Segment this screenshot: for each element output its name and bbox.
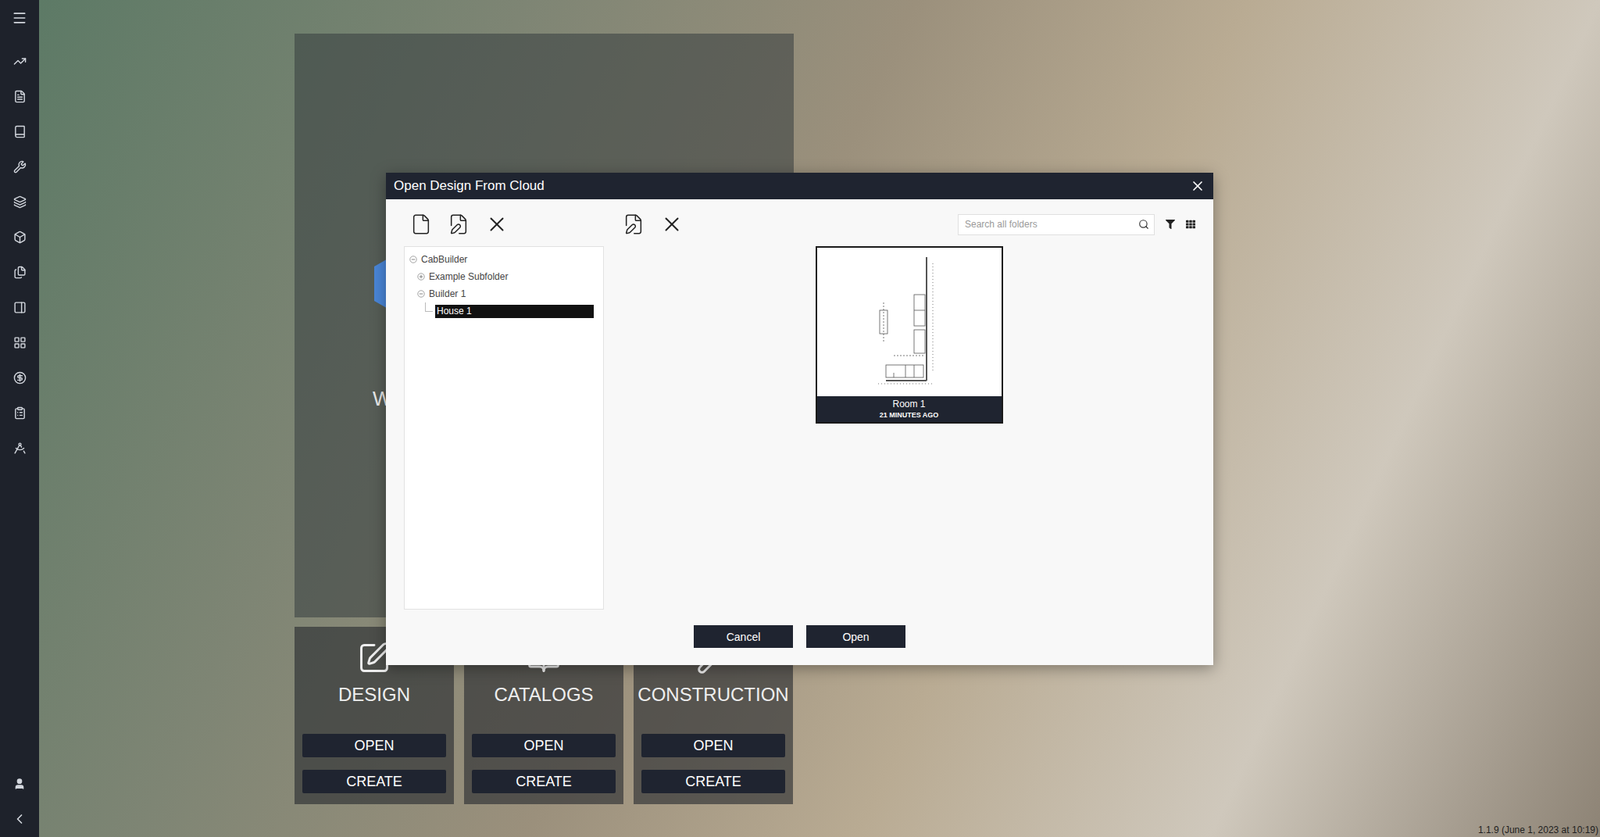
card-button[interactable]: OPEN — [471, 733, 616, 758]
card-button[interactable]: OPEN — [302, 733, 447, 758]
card-button[interactable]: CREATE — [471, 769, 616, 793]
card-button[interactable]: CREATE — [641, 769, 786, 793]
filter-icon — [1165, 219, 1175, 229]
sidebar-item[interactable] — [0, 395, 40, 431]
sidebar-item[interactable] — [0, 360, 40, 396]
cube-icon — [13, 230, 27, 244]
toolbar — [403, 210, 1196, 239]
open-button[interactable]: Open — [806, 625, 906, 648]
new-folder-button[interactable] — [410, 213, 433, 236]
app: WDESIGNOPENCREATECATALOGSOPENCREATECONST… — [0, 0, 1600, 837]
design-modified: 21 MINUTES AGO — [879, 410, 940, 420]
compass-icon — [13, 441, 27, 455]
design-card[interactable]: Room 121 MINUTES AGO — [815, 246, 1004, 424]
dialog-footer: Cancel Open — [403, 625, 1196, 648]
tree-label[interactable]: Example Subfolder — [427, 270, 510, 284]
sidebar-item[interactable] — [0, 184, 40, 220]
dialog-title: Open Design From Cloud — [393, 178, 545, 194]
delete-icon — [660, 212, 684, 236]
tools-icon — [13, 160, 27, 174]
chart-icon — [13, 54, 27, 68]
expand-icon[interactable] — [417, 272, 425, 281]
close-icon — [1189, 178, 1206, 194]
delete-design-button[interactable] — [660, 212, 684, 236]
card-button[interactable]: OPEN — [641, 733, 786, 758]
card-buttons: OPEN CREATE — [471, 733, 616, 793]
sidebar-item[interactable] — [0, 289, 40, 325]
tree-item[interactable]: CabBuilder — [409, 250, 594, 268]
user-icon — [13, 777, 26, 790]
clipboard-icon — [13, 406, 27, 420]
chevron-left-icon — [11, 810, 28, 827]
folder-tree: CabBuilder Example Subfolder Builder 1 Hous… — [403, 246, 604, 610]
grid-icon — [13, 335, 27, 350]
account-button[interactable] — [0, 765, 40, 801]
tree-item[interactable]: Builder 1 — [409, 285, 594, 303]
files-icon — [13, 265, 27, 279]
close-button[interactable] — [1188, 176, 1208, 196]
design-actions — [622, 210, 684, 239]
search-area — [957, 214, 1196, 236]
card-label: CATALOGS — [493, 683, 593, 706]
design-name: Room 1 — [892, 398, 925, 411]
sidebar-item[interactable] — [0, 149, 40, 185]
sidebar-item[interactable] — [0, 430, 40, 466]
card-buttons: OPEN CREATE — [302, 733, 447, 793]
sidebar-item[interactable] — [0, 43, 40, 79]
tree-label[interactable]: CabBuilder — [419, 253, 469, 267]
design-tools — [622, 210, 1196, 239]
menu-icon — [11, 10, 28, 26]
delete-folder-button[interactable] — [485, 212, 509, 236]
sidebar-bottom — [0, 765, 40, 837]
layers-icon — [13, 195, 27, 209]
sidebar-item[interactable] — [0, 219, 40, 255]
card-button[interactable]: CREATE — [302, 769, 447, 793]
new-file-icon — [410, 213, 433, 236]
tree-item[interactable]: House 1 — [409, 302, 594, 320]
open-design-dialog: Open Design From Cloud CabBuilder Example … — [385, 172, 1214, 665]
book-icon — [13, 125, 27, 139]
menu-button[interactable] — [0, 0, 40, 36]
sidebar-item[interactable] — [0, 325, 40, 361]
filter-button[interactable] — [1165, 219, 1175, 229]
version-text: 1.1.9 (June 1, 2023 at 10:19) — [1478, 824, 1599, 836]
card-label: DESIGN — [338, 683, 411, 706]
delete-icon — [485, 212, 509, 236]
cancel-button[interactable]: Cancel — [693, 625, 793, 648]
dollar-icon — [13, 371, 27, 385]
search-input[interactable] — [963, 217, 1139, 231]
dialog-body: CabBuilder Example Subfolder Builder 1 Hous… — [385, 199, 1214, 665]
edit-file-icon — [447, 213, 470, 236]
browser: CabBuilder Example Subfolder Builder 1 Hous… — [403, 238, 1196, 610]
search-icon[interactable] — [1138, 218, 1150, 230]
card-label: CONSTRUCTION — [637, 683, 789, 706]
search-box — [957, 214, 1155, 236]
sidebar-item[interactable] — [0, 254, 40, 290]
floor-plan-thumbnail — [862, 255, 957, 389]
folder-tools — [403, 210, 604, 239]
view-toggle-button[interactable] — [1185, 219, 1196, 229]
rename-folder-button[interactable] — [447, 213, 470, 236]
design-thumbnail — [817, 247, 1002, 397]
card-buttons: OPEN CREATE — [641, 733, 786, 793]
design-list: Room 121 MINUTES AGO — [622, 246, 1196, 610]
sidebar-item[interactable] — [0, 114, 40, 150]
dialog-title-bar: Open Design From Cloud — [385, 172, 1214, 200]
edit-file-icon — [622, 213, 645, 236]
tree-connector — [425, 302, 433, 312]
sidebar-item[interactable] — [0, 78, 40, 115]
document-icon — [13, 89, 27, 104]
design-caption: Room 121 MINUTES AGO — [817, 396, 1002, 422]
collapse-button[interactable] — [0, 800, 40, 836]
collapse-icon[interactable] — [417, 289, 425, 298]
rename-design-button[interactable] — [622, 213, 645, 236]
panel-icon — [13, 300, 27, 315]
tree-label[interactable]: Builder 1 — [427, 287, 468, 301]
tree-label[interactable]: House 1 — [435, 304, 594, 318]
sidebar — [0, 0, 40, 837]
collapse-icon[interactable] — [409, 255, 418, 264]
grid-view-icon — [1185, 219, 1196, 229]
tree-item[interactable]: Example Subfolder — [409, 267, 594, 286]
